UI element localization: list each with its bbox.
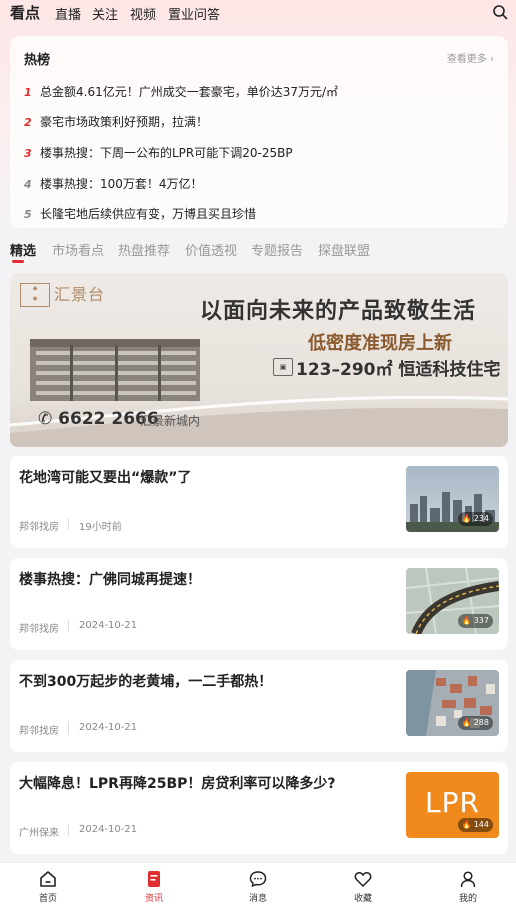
news-card[interactable]: 大幅降息！LPR再降25BP！房贷利率可以降多少? 广州保来 2024-10-2… bbox=[10, 762, 508, 854]
hot-list-more-link[interactable]: 查看更多 › bbox=[447, 50, 494, 65]
hot-item[interactable]: 5 长隆宅地后续供应有变，万博且买且珍惜 bbox=[24, 205, 256, 223]
news-time: 2024-10-21 bbox=[79, 620, 138, 631]
nav-profile[interactable]: 我的 bbox=[438, 869, 498, 904]
news-card[interactable]: 不到300万起步的老黄埔，一二手都热！ 邦邻找房 2024-10-21 🔥 288 bbox=[10, 660, 508, 752]
divider bbox=[68, 620, 69, 632]
news-card[interactable]: 楼事热搜：广佛同城再提速！ 邦邻找房 2024-10-21 🔥 337 bbox=[10, 558, 508, 650]
rank-number: 3 bbox=[24, 147, 32, 160]
spec-tag-icon: ▣ bbox=[273, 358, 293, 376]
tab-special-report[interactable]: 专题报告 bbox=[251, 240, 303, 259]
home-icon bbox=[40, 871, 56, 887]
divider bbox=[68, 824, 69, 836]
banner-location: 汇景新城内 bbox=[140, 414, 201, 428]
message-icon bbox=[249, 871, 267, 888]
search-icon[interactable] bbox=[492, 4, 508, 20]
tab-value-insight[interactable]: 价值透视 bbox=[185, 240, 237, 259]
news-time: 2024-10-21 bbox=[79, 722, 138, 733]
hot-list-title: 热榜 bbox=[24, 53, 51, 68]
tab-kandian[interactable]: 看点 bbox=[10, 2, 40, 23]
tab-qa[interactable]: 置业问答 bbox=[168, 4, 220, 23]
tab-exploration-alliance[interactable]: 探盘联盟 bbox=[318, 240, 370, 259]
view-count-badge: 🔥 288 bbox=[457, 716, 493, 730]
news-thumbnail: 🔥 337 bbox=[406, 568, 499, 634]
nav-home[interactable]: 首页 bbox=[18, 869, 78, 904]
view-count-badge: 🔥 144 bbox=[457, 818, 493, 832]
building-illustration bbox=[30, 339, 200, 401]
news-thumbnail: 🔥 234 bbox=[406, 466, 499, 532]
news-card[interactable]: 花地湾可能又要出“爆款”了 邦邻找房 19小时前 🔥 234 bbox=[10, 456, 508, 548]
news-source: 邦邻找房 bbox=[19, 522, 59, 533]
tab-live[interactable]: 直播 bbox=[55, 4, 81, 23]
tab-video[interactable]: 视频 bbox=[130, 4, 156, 23]
promo-banner[interactable]: ◆ ◆ 汇景台 以面向未来的产品致敬生活 低密度准现房上新 ▣ 123–290㎡ … bbox=[10, 273, 508, 447]
flame-icon: 🔥 bbox=[461, 718, 472, 727]
top-tab-bar: 看点 直播 关注 视频 置业问答 bbox=[0, 0, 516, 26]
news-source: 邦邻找房 bbox=[19, 624, 59, 635]
divider bbox=[68, 518, 69, 530]
tab-hot-projects[interactable]: 热盘推荐 bbox=[118, 240, 170, 259]
user-icon bbox=[460, 871, 476, 888]
heart-icon bbox=[354, 872, 372, 887]
rank-number: 5 bbox=[24, 208, 32, 221]
phone-icon: ✆ bbox=[38, 409, 53, 429]
hot-item[interactable]: 3 楼事热搜：下周一公布的LPR可能下调20-25BP bbox=[24, 144, 293, 162]
divider bbox=[68, 722, 69, 734]
rank-number: 2 bbox=[24, 116, 32, 129]
nav-messages[interactable]: 消息 bbox=[228, 869, 288, 904]
hot-list-card: 热榜 查看更多 › 1 总金额4.61亿元！广州成交一套豪宅，单价达37万元/㎡ … bbox=[10, 36, 508, 228]
news-source: 广州保来 bbox=[19, 828, 59, 839]
flame-icon: 🔥 bbox=[461, 514, 472, 523]
banner-headline: 以面向未来的产品致敬生活 bbox=[200, 299, 477, 324]
news-title: 不到300万起步的老黄埔，一二手都热！ bbox=[19, 674, 273, 690]
banner-spec: 123–290㎡ 恒适科技住宅 bbox=[296, 360, 501, 380]
chevron-right-icon: › bbox=[490, 54, 494, 65]
news-time: 2024-10-21 bbox=[79, 824, 138, 835]
nav-favorites[interactable]: 收藏 bbox=[333, 869, 393, 904]
hot-item[interactable]: 4 楼事热搜：100万套！4万亿！ bbox=[24, 175, 203, 193]
hot-item-text: 豪宅市场政策利好预期，拉满！ bbox=[40, 115, 209, 129]
hot-item-text: 楼事热搜：下周一公布的LPR可能下调20-25BP bbox=[40, 146, 293, 160]
flame-icon: 🔥 bbox=[461, 820, 472, 829]
rank-number: 4 bbox=[24, 178, 32, 191]
news-source: 邦邻找房 bbox=[19, 726, 59, 737]
hot-item-text: 总金额4.61亿元！广州成交一套豪宅，单价达37万元/㎡ bbox=[40, 85, 339, 99]
news-title: 楼事热搜：广佛同城再提速！ bbox=[19, 572, 201, 588]
view-count-badge: 🔥 234 bbox=[457, 512, 493, 526]
lpr-thumbnail-text: LPR bbox=[425, 786, 480, 819]
hot-item[interactable]: 1 总金额4.61亿元！广州成交一套豪宅，单价达37万元/㎡ bbox=[24, 83, 338, 101]
tab-market-view[interactable]: 市场看点 bbox=[52, 240, 104, 259]
news-title: 花地湾可能又要出“爆款”了 bbox=[19, 470, 192, 486]
category-tab-bar: 精选 市场看点 热盘推荐 价值透视 专题报告 探盘联盟 bbox=[0, 238, 516, 266]
brand-logo-mark: ◆ ◆ bbox=[20, 283, 50, 307]
hot-item-text: 长隆宅地后续供应有变，万博且买且珍惜 bbox=[40, 207, 257, 221]
bottom-navigation: 首页 资讯 消息 收藏 我的 bbox=[0, 862, 516, 907]
tab-featured[interactable]: 精选 bbox=[10, 240, 36, 259]
tab-follow[interactable]: 关注 bbox=[92, 4, 118, 23]
news-time: 19小时前 bbox=[79, 522, 122, 533]
brand-logo-name: 汇景台 bbox=[54, 285, 106, 304]
rank-number: 1 bbox=[24, 86, 32, 99]
hot-item[interactable]: 2 豪宅市场政策利好预期，拉满！ bbox=[24, 113, 208, 131]
hot-item-text: 楼事热搜：100万套！4万亿！ bbox=[40, 177, 203, 191]
news-title: 大幅降息！LPR再降25BP！房贷利率可以降多少? bbox=[19, 776, 336, 792]
active-tab-indicator bbox=[12, 260, 24, 263]
news-icon bbox=[148, 871, 160, 887]
nav-news[interactable]: 资讯 bbox=[124, 869, 184, 904]
banner-subline: 低密度准现房上新 bbox=[308, 333, 452, 354]
news-thumbnail: 🔥 288 bbox=[406, 670, 499, 736]
flame-icon: 🔥 bbox=[461, 616, 472, 625]
news-thumbnail: LPR 🔥 144 bbox=[406, 772, 499, 838]
view-count-badge: 🔥 337 bbox=[457, 614, 493, 628]
